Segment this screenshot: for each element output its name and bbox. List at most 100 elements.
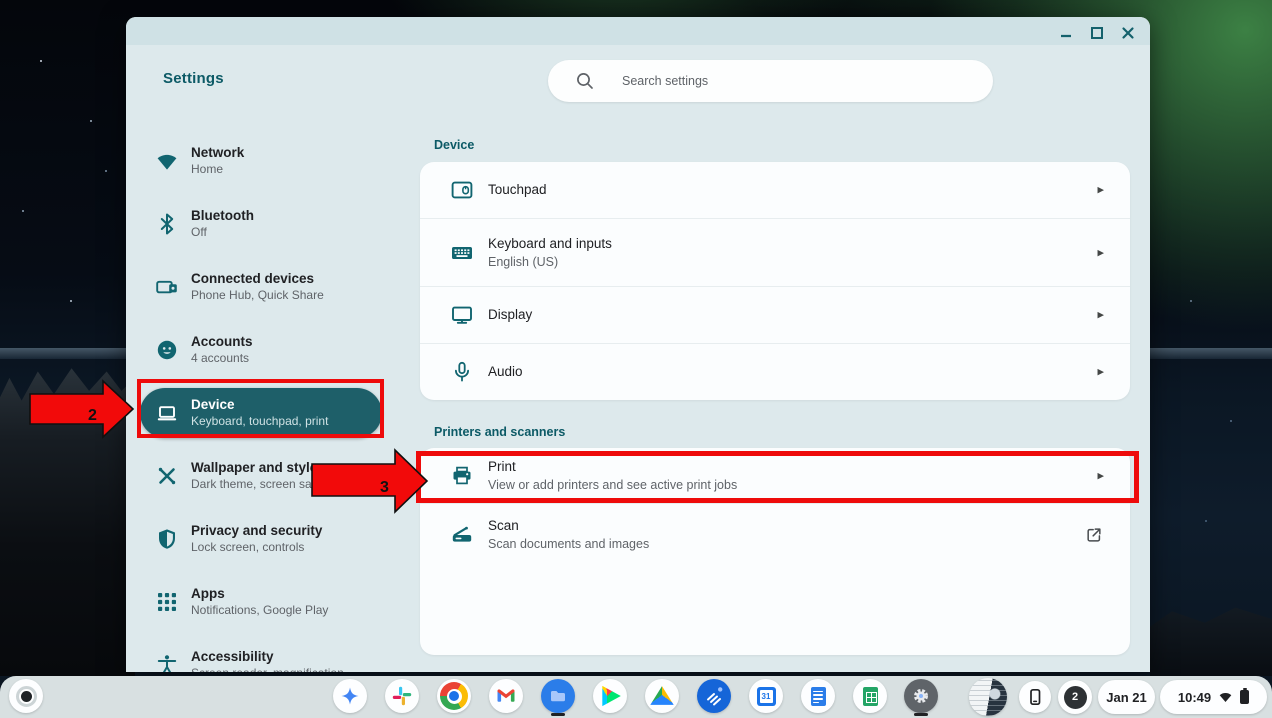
- page-title: Settings: [163, 70, 224, 87]
- sidebar-item-label: Connected devices: [191, 270, 324, 287]
- section-header-printers-and-scanners: Printers and scanners: [434, 425, 565, 439]
- phone-hub-button[interactable]: [1019, 681, 1051, 713]
- search-icon: [574, 70, 596, 92]
- chevron-right-icon: ▸: [1097, 183, 1104, 198]
- row-label: Audio: [488, 363, 523, 381]
- close-button[interactable]: [1118, 24, 1138, 42]
- wallpaper-stars: [0, 0, 2, 2]
- active-app-indicator: [551, 713, 565, 716]
- row-sublabel: Scan documents and images: [488, 535, 649, 553]
- sidebar-item-sublabel: Screen reader, magnification: [191, 665, 344, 672]
- row-label: Print: [488, 458, 737, 476]
- sidebar-item-accessibility[interactable]: AccessibilityScreen reader, magnificatio…: [140, 640, 382, 672]
- close-icon: [1120, 25, 1136, 41]
- sidebar-item-label: Bluetooth: [191, 207, 254, 224]
- app-gmail[interactable]: [489, 679, 523, 713]
- sidebar-item-accounts[interactable]: Accounts4 accounts: [140, 325, 382, 375]
- display-icon: [450, 303, 474, 327]
- printers-card: PrintView or add printers and see active…: [420, 448, 1130, 655]
- sidebar-item-label: Wallpaper and style: [191, 459, 328, 476]
- status-tray[interactable]: 10:49: [1160, 680, 1267, 714]
- sheets-icon: [863, 687, 878, 706]
- screenshot-preview-thumbnail[interactable]: [969, 678, 1007, 716]
- app-settings[interactable]: [904, 679, 938, 713]
- wallpaper-rocks-right: [1150, 600, 1272, 676]
- app-blue-arrows[interactable]: [697, 679, 731, 713]
- printer-icon: [450, 464, 474, 488]
- date-label: Jan 21: [1106, 690, 1146, 705]
- sidebar-item-label: Apps: [191, 585, 328, 602]
- row-print[interactable]: PrintView or add printers and see active…: [420, 448, 1130, 503]
- wallpaper-icon: [155, 464, 179, 488]
- sidebar-item-sublabel: 4 accounts: [191, 350, 253, 367]
- connected-devices-icon: [155, 275, 179, 299]
- app-files[interactable]: [541, 679, 575, 713]
- sidebar-item-bluetooth[interactable]: BluetoothOff: [140, 199, 382, 249]
- desktop: Settings Search settings NetworkHome Blu…: [0, 0, 1272, 718]
- search-input[interactable]: Search settings: [548, 60, 993, 102]
- keyboard-icon: [450, 241, 474, 265]
- docs-icon: [811, 687, 826, 706]
- row-display[interactable]: Display ▸: [420, 286, 1130, 343]
- notification-count-badge: 2: [1064, 686, 1087, 709]
- app-calendar[interactable]: 31: [749, 679, 783, 713]
- sidebar-item-label: Network: [191, 144, 244, 161]
- row-label: Scan: [488, 517, 649, 535]
- app-drive[interactable]: [645, 679, 679, 713]
- calendar-icon: 31: [757, 687, 776, 706]
- window-titlebar: [126, 17, 1150, 45]
- gear-icon: [911, 686, 931, 706]
- row-audio[interactable]: Audio ▸: [420, 343, 1130, 400]
- sidebar-item-sublabel: Phone Hub, Quick Share: [191, 287, 324, 304]
- row-scan[interactable]: ScanScan documents and images: [420, 503, 1130, 565]
- row-sublabel: View or add printers and see active prin…: [488, 476, 737, 494]
- app-sheets[interactable]: [853, 679, 887, 713]
- search-placeholder: Search settings: [622, 74, 708, 88]
- maximize-button[interactable]: [1087, 24, 1107, 42]
- app-play-store[interactable]: [593, 679, 627, 713]
- sidebar-item-sublabel: Home: [191, 161, 244, 178]
- battery-icon: [1240, 690, 1249, 704]
- row-touchpad[interactable]: Touchpad ▸: [420, 162, 1130, 218]
- notification-counter[interactable]: 2: [1058, 680, 1092, 714]
- minimize-button[interactable]: [1056, 24, 1076, 42]
- wallpaper-rocks-left: [0, 352, 135, 676]
- app-slack[interactable]: [385, 679, 419, 713]
- drive-icon: [649, 684, 675, 708]
- apps-grid-icon: [155, 590, 179, 614]
- chevron-right-icon: ▸: [1097, 365, 1104, 380]
- launcher-button[interactable]: [9, 679, 43, 713]
- chevron-right-icon: ▸: [1097, 308, 1104, 323]
- sidebar-item-label: Privacy and security: [191, 522, 322, 539]
- sidebar-item-connected-devices[interactable]: Connected devicesPhone Hub, Quick Share: [140, 262, 382, 312]
- microphone-icon: [450, 360, 474, 384]
- sidebar-item-privacy-and-security[interactable]: Privacy and securityLock screen, control…: [140, 514, 382, 564]
- scanner-icon: [450, 523, 474, 547]
- sidebar-item-apps[interactable]: AppsNotifications, Google Play: [140, 577, 382, 627]
- time-label: 10:49: [1178, 690, 1211, 705]
- row-keyboard-and-inputs[interactable]: Keyboard and inputsEnglish (US) ▸: [420, 218, 1130, 286]
- app-chrome[interactable]: [437, 679, 471, 713]
- sidebar-item-wallpaper-and-style[interactable]: Wallpaper and styleDark theme, screen sa…: [140, 451, 382, 501]
- sidebar-item-sublabel: Lock screen, controls: [191, 539, 322, 556]
- app-spark[interactable]: [333, 679, 367, 713]
- app-docs[interactable]: [801, 679, 835, 713]
- row-sublabel: English (US): [488, 253, 612, 271]
- sidebar-item-network[interactable]: NetworkHome: [140, 136, 382, 186]
- chevron-right-icon: ▸: [1097, 468, 1104, 483]
- settings-window: Settings Search settings NetworkHome Blu…: [126, 17, 1150, 672]
- shelf: 31 2 Jan 21 10:49: [0, 676, 1272, 718]
- row-label: Display: [488, 306, 532, 324]
- date-pill[interactable]: Jan 21: [1098, 680, 1155, 714]
- calendar-day: 31: [760, 690, 773, 703]
- external-link-icon[interactable]: [1084, 525, 1104, 545]
- row-label: Touchpad: [488, 181, 547, 199]
- accessibility-icon: [155, 653, 179, 672]
- sidebar-item-sublabel: Dark theme, screen saver: [191, 476, 328, 493]
- sidebar-item-device[interactable]: DeviceKeyboard, touchpad, print: [140, 388, 382, 438]
- sidebar-item-label: Accessibility: [191, 648, 344, 665]
- maximize-icon: [1089, 25, 1105, 41]
- row-label: Keyboard and inputs: [488, 235, 612, 253]
- shield-icon: [155, 527, 179, 551]
- sidebar-item-sublabel: Off: [191, 224, 254, 241]
